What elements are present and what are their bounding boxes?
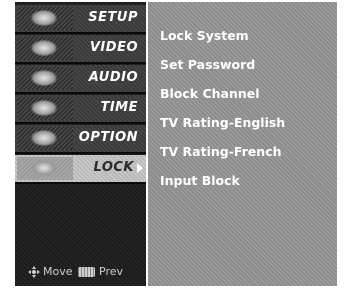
menu-item-label: SETUP — [88, 10, 138, 25]
menu-item-label: TIME — [100, 100, 138, 115]
menu-item-label: VIDEO — [89, 40, 138, 55]
move-dpad-icon — [28, 266, 40, 278]
setup-thumbnail-icon — [17, 7, 73, 30]
menu-divider — [15, 182, 146, 184]
navigation-hints: Move Prev — [22, 265, 142, 280]
option-set-password[interactable]: Set Password — [160, 57, 255, 72]
option-tv-rating-english[interactable]: TV Rating-English — [160, 115, 285, 130]
main-menu-panel: SETUP VIDEO AUDIO TIME OPTION LOCK — [15, 2, 146, 286]
move-hint-label: Move — [43, 265, 73, 278]
prev-hint-label: Prev — [99, 265, 123, 278]
menu-item-label: OPTION — [78, 130, 138, 145]
menu-item-audio[interactable]: AUDIO — [15, 65, 146, 92]
audio-thumbnail-icon — [17, 67, 73, 90]
lock-submenu-panel: Lock System Set Password Block Channel T… — [148, 2, 337, 286]
menu-item-time[interactable]: TIME — [15, 95, 146, 122]
option-tv-rating-french[interactable]: TV Rating-French — [160, 144, 282, 159]
menu-divider — [15, 32, 146, 34]
lock-thumbnail-icon — [17, 157, 73, 180]
menu-divider — [15, 62, 146, 64]
menu-item-setup[interactable]: SETUP — [15, 5, 146, 32]
option-input-block[interactable]: Input Block — [160, 173, 240, 188]
menu-item-video[interactable]: VIDEO — [15, 35, 146, 62]
video-thumbnail-icon — [17, 37, 73, 60]
menu-item-label: AUDIO — [88, 70, 138, 85]
menu-item-lock[interactable]: LOCK — [15, 155, 146, 182]
menu-divider — [15, 92, 146, 94]
option-lock-system[interactable]: Lock System — [160, 28, 249, 43]
tv-osd-screen: SETUP VIDEO AUDIO TIME OPTION LOCK Move … — [0, 0, 351, 294]
menu-item-option[interactable]: OPTION — [15, 125, 146, 152]
option-thumbnail-icon — [17, 127, 73, 150]
menu-divider — [15, 122, 146, 124]
submenu-arrow-icon — [137, 163, 143, 173]
menu-item-label: LOCK — [93, 160, 134, 175]
menu-key-icon — [78, 267, 95, 277]
time-thumbnail-icon — [17, 97, 73, 120]
option-block-channel[interactable]: Block Channel — [160, 86, 260, 101]
menu-divider — [15, 152, 146, 154]
